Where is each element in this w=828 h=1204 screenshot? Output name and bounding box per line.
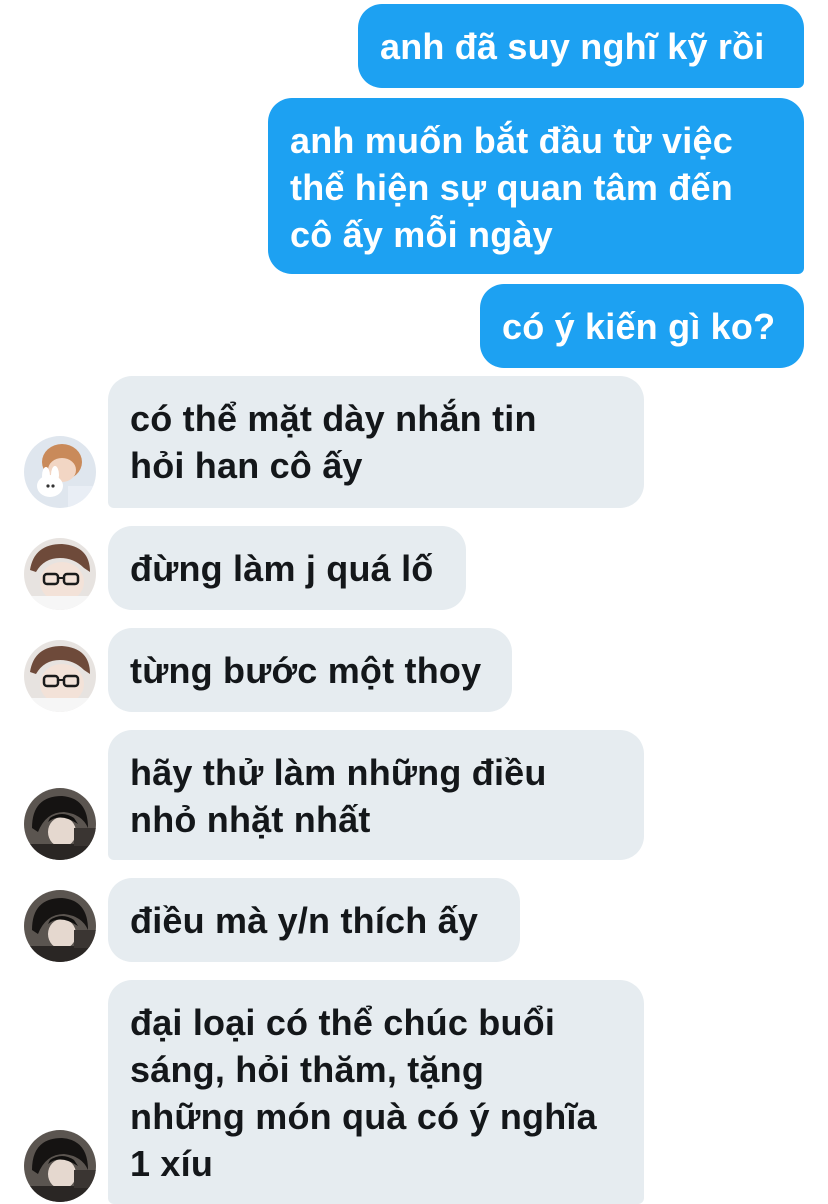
incoming-message[interactable]: điều mà y/n thích ấy [108, 878, 520, 962]
incoming-message[interactable]: có thể mặt dày nhắn tin hỏi han cô ấy [108, 376, 644, 508]
avatar-dark-hair-boy-icon[interactable] [24, 1130, 96, 1202]
avatar-dark-hair-boy-icon[interactable] [24, 788, 96, 860]
avatar-dark-hair-boy-icon[interactable] [24, 890, 96, 962]
incoming-message[interactable]: từng bước một thoy [108, 628, 512, 712]
incoming-message[interactable]: đừng làm j quá lố [108, 526, 466, 610]
incoming-message[interactable]: đại loại có thể chúc buổi sáng, hỏi thăm… [108, 980, 644, 1204]
outgoing-message[interactable]: anh đã suy nghĩ kỹ rồi [358, 4, 804, 88]
avatar-boy-with-glasses-icon[interactable] [24, 538, 96, 610]
incoming-message[interactable]: hãy thử làm những điều nhỏ nhặt nhất [108, 730, 644, 860]
outgoing-message[interactable]: anh muốn bắt đầu từ việc thể hiện sự qua… [268, 98, 804, 274]
avatar-boy-with-plush-bunny-icon[interactable] [24, 436, 96, 508]
outgoing-message[interactable]: có ý kiến gì ko? [480, 284, 804, 368]
avatar-boy-with-glasses-icon[interactable] [24, 640, 96, 712]
